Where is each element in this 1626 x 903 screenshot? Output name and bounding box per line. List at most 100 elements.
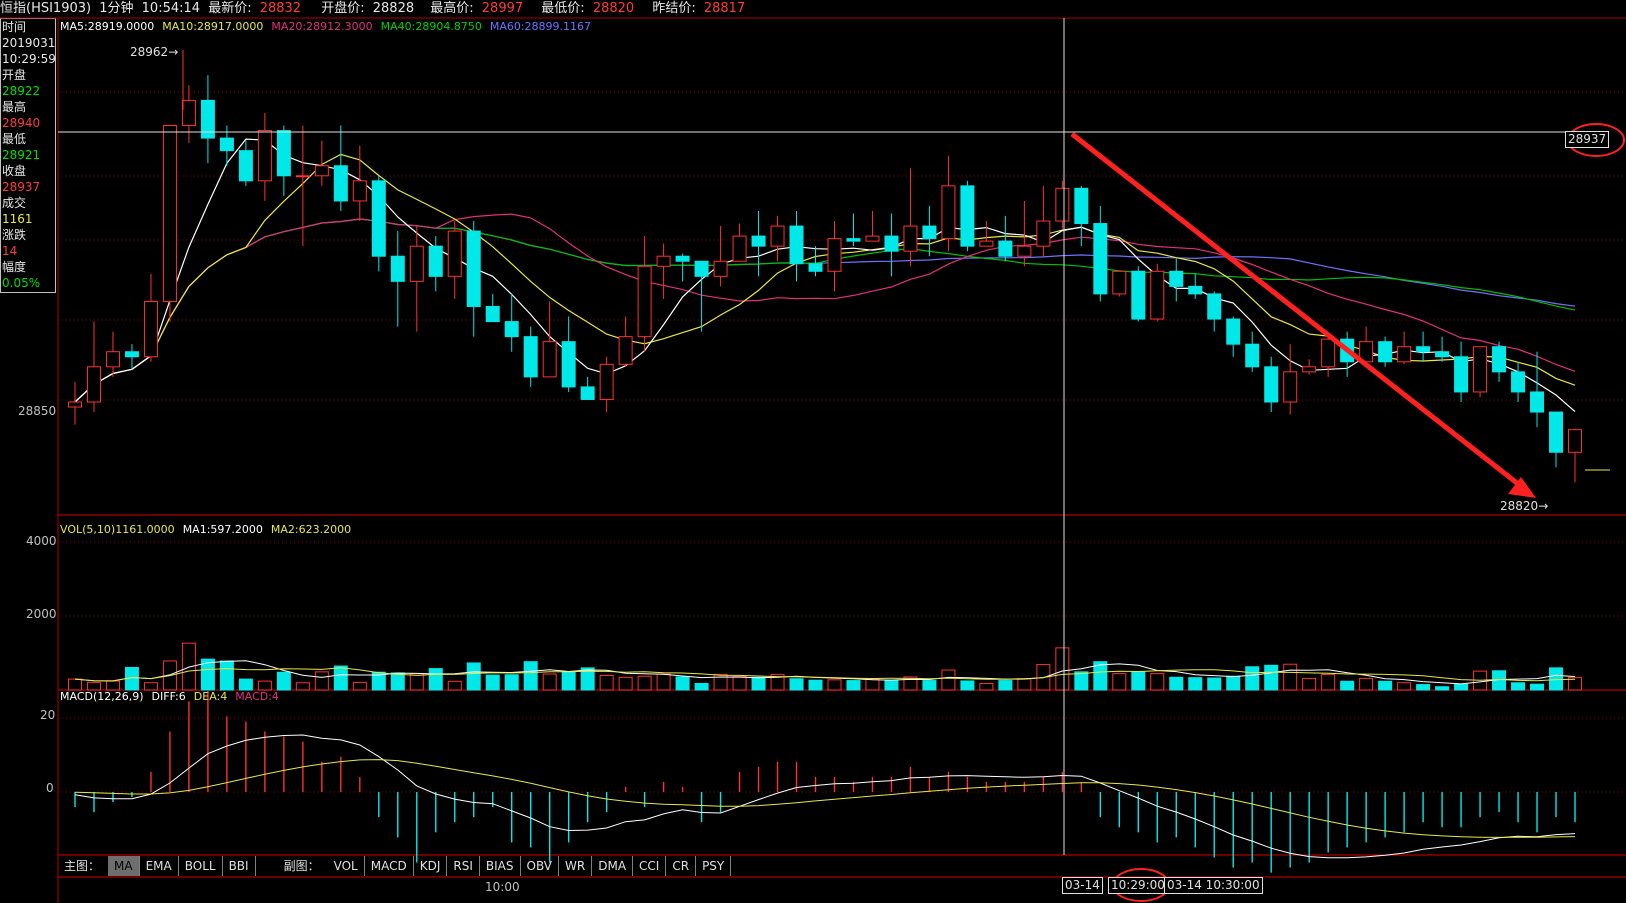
sub-chart-label: 副图： xyxy=(283,859,320,873)
candle-body xyxy=(1036,220,1051,247)
volume-bar xyxy=(1188,677,1203,691)
volume-bar xyxy=(808,679,823,691)
candle-body xyxy=(789,225,804,265)
candle-body xyxy=(238,150,253,182)
dea-line xyxy=(74,759,1576,838)
candle-body xyxy=(1549,411,1564,453)
candle-body xyxy=(542,341,557,378)
candle-body xyxy=(143,300,158,358)
volume-bar xyxy=(1169,676,1184,691)
tab-cr[interactable]: CR xyxy=(666,856,697,876)
volume-bar xyxy=(276,671,291,691)
candle-body xyxy=(523,336,538,378)
ma40-legend: MA40:28904.8750 xyxy=(380,20,482,33)
candle-body xyxy=(922,225,937,240)
volume-bar xyxy=(1150,673,1165,691)
tab-ema[interactable]: EMA xyxy=(140,856,179,876)
candle-body xyxy=(295,175,310,178)
candle-body xyxy=(485,305,500,323)
main-chart-label: 主图： xyxy=(64,859,101,873)
candle-body xyxy=(1150,270,1165,320)
volume-bar xyxy=(1074,671,1089,691)
candle-body xyxy=(390,255,405,282)
candle-body xyxy=(599,363,614,400)
candle-body xyxy=(68,401,82,408)
volume-bar xyxy=(941,669,956,691)
kline-chart[interactable] xyxy=(0,0,1626,903)
vol-axis-4000: 4000 xyxy=(26,534,57,548)
volume-bar xyxy=(523,661,538,691)
candle-body xyxy=(1169,270,1184,287)
diff-legend: DIFF:6 xyxy=(151,690,186,703)
volume-bar xyxy=(390,672,405,691)
volume-bar xyxy=(751,676,766,691)
volume-bar xyxy=(1321,673,1336,691)
candle-body xyxy=(181,99,196,127)
candle-body xyxy=(675,255,690,262)
candle-body xyxy=(219,137,234,152)
volume-bar xyxy=(827,679,842,691)
volume-bar xyxy=(1340,680,1355,691)
volume-bar xyxy=(105,680,120,691)
candle-body xyxy=(751,235,766,247)
volume-bar xyxy=(1207,677,1222,691)
volume-bar xyxy=(846,680,861,691)
candle-body xyxy=(1530,391,1545,413)
tab-macd[interactable]: MACD xyxy=(365,856,414,876)
candle-body xyxy=(1112,270,1127,295)
candle-body xyxy=(1188,285,1203,295)
volume-bar xyxy=(1549,667,1564,691)
tab-psy[interactable]: PSY xyxy=(696,856,732,876)
candle-body xyxy=(732,235,747,262)
indicator-tabbar: 主图： MA EMA BOLL BBI 副图： VOL MACD KDJ RSI… xyxy=(56,856,732,876)
diff-line xyxy=(74,734,1576,859)
tab-vol[interactable]: VOL xyxy=(328,856,365,876)
tab-cci[interactable]: CCI xyxy=(633,856,667,876)
volume-bar xyxy=(295,682,310,691)
candle-body xyxy=(1017,245,1032,257)
ma10-legend: MA10:28917.0000 xyxy=(162,20,264,33)
candle-body xyxy=(314,165,329,177)
ma5-line xyxy=(74,138,1576,413)
price-axis-label: 28850 xyxy=(18,404,57,418)
candle-body xyxy=(504,321,519,338)
tab-boll[interactable]: BOLL xyxy=(179,856,223,876)
vol-legend-value: VOL(5,10)1161.0000 xyxy=(60,523,175,536)
tab-obv[interactable]: OBV xyxy=(521,856,560,876)
volume-bar xyxy=(485,674,500,691)
tab-bias[interactable]: BIAS xyxy=(480,856,521,876)
candle-body xyxy=(371,180,386,257)
tab-dma[interactable]: DMA xyxy=(592,856,634,876)
volume-bar xyxy=(1397,682,1412,691)
candle-body xyxy=(618,336,633,365)
volume-bar xyxy=(1226,675,1241,691)
volume-bar xyxy=(447,680,462,691)
vol-ma2-legend: MA2:623.2000 xyxy=(270,523,352,536)
vol-axis-2000: 2000 xyxy=(26,607,57,621)
ma40-line xyxy=(74,218,1576,403)
high-marker: 28962→ xyxy=(130,45,179,59)
candle-body xyxy=(333,165,348,202)
tab-bbi[interactable]: BBI xyxy=(223,856,256,876)
candle-body xyxy=(637,265,652,338)
macd-legend: MACD(12,26,9) DIFF:6 DEA:4 MACD:4 xyxy=(60,690,287,703)
volume-bar xyxy=(694,682,709,691)
volume-bar xyxy=(637,675,652,691)
candle-body xyxy=(1416,346,1431,353)
volume-bar xyxy=(599,674,614,691)
tab-rsi[interactable]: RSI xyxy=(447,856,480,876)
tab-ma[interactable]: MA xyxy=(108,856,140,876)
candle-body xyxy=(1454,356,1469,393)
tab-wr[interactable]: WR xyxy=(559,856,593,876)
volume-bar xyxy=(618,676,633,691)
volume-bar xyxy=(1283,663,1298,691)
candle-body xyxy=(694,260,709,277)
candle-body xyxy=(580,386,595,400)
candle-body xyxy=(960,185,975,247)
candle-body xyxy=(998,240,1013,257)
candles xyxy=(68,75,1582,483)
volume-bar xyxy=(1302,677,1317,691)
candle-body xyxy=(1568,429,1582,453)
volume-bar xyxy=(561,671,576,691)
tab-kdj[interactable]: KDJ xyxy=(414,856,448,876)
